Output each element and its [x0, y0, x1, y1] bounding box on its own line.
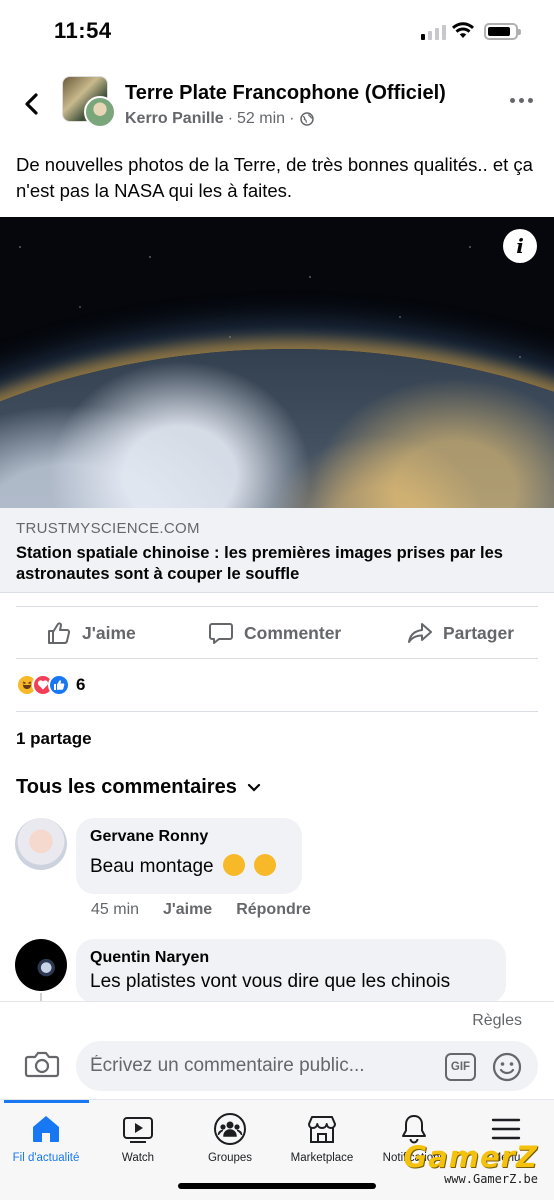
comment-bubble-icon: [209, 623, 233, 644]
gamerz-watermark: GamerZ www.GamerZ.be: [368, 1140, 538, 1186]
comment-text-row: Beau montage: [90, 854, 288, 878]
group-name[interactable]: Terre Plate Francophone (Officiel): [125, 82, 446, 105]
wifi-icon: [452, 22, 474, 38]
comment-reply-button[interactable]: Répondre: [236, 901, 311, 919]
commenter-avatar[interactable]: [15, 939, 67, 991]
post-meta: Kerro Panille · 52 min ·: [125, 110, 315, 128]
chevron-down-icon: [247, 783, 260, 792]
emoji-smiley-icon[interactable]: [492, 1052, 522, 1082]
back-arrow-icon[interactable]: [18, 88, 46, 120]
commenter-name[interactable]: Gervane Ronny: [90, 828, 288, 846]
author-avatar[interactable]: [84, 96, 116, 128]
divider: [16, 658, 538, 659]
info-icon[interactable]: i: [503, 229, 537, 263]
status-bar: 11:54: [0, 0, 554, 64]
share-count[interactable]: 1 partage: [16, 729, 92, 749]
comments-filter-label: Tous les commentaires: [16, 776, 237, 798]
comment-label: Commenter: [244, 622, 342, 643]
tab-label: Watch: [121, 1152, 155, 1164]
tab-label: Fil d'actualité: [12, 1152, 80, 1164]
comment-text: Beau montage: [90, 856, 214, 877]
tab-label: Groupes: [207, 1152, 253, 1164]
more-options-icon[interactable]: [510, 98, 533, 103]
winking-face-emoji-icon: [222, 854, 245, 876]
camera-icon[interactable]: [24, 1048, 60, 1080]
battery-icon: [484, 23, 521, 40]
active-tab-indicator: [4, 1100, 89, 1103]
comment-text: Les platistes vont vous dire que les chi…: [90, 971, 451, 992]
thumbs-up-icon: [48, 622, 71, 644]
home-icon: [33, 1116, 59, 1142]
status-time: 11:54: [54, 18, 112, 43]
cellular-signal-icon: [421, 24, 446, 40]
watermark-logo: GamerZ: [403, 1140, 538, 1174]
post-action-bar: J'aime Commenter Partager: [0, 608, 554, 658]
link-domain: TRUSTMYSCIENCE.COM: [16, 520, 200, 537]
comment-bubble[interactable]: Gervane Ronny Beau montage: [76, 818, 302, 894]
marketplace-icon: [308, 1116, 336, 1143]
like-button[interactable]: J'aime: [46, 620, 136, 646]
reaction-count: 6: [76, 675, 86, 694]
link-preview-meta[interactable]: TRUSTMYSCIENCE.COM Station spatiale chin…: [0, 508, 554, 593]
share-arrow-icon: [408, 623, 432, 643]
commenter-avatar[interactable]: [15, 818, 67, 870]
post-header: Terre Plate Francophone (Officiel) Kerro…: [0, 72, 554, 136]
groups-icon: [214, 1113, 246, 1145]
meta-separator: ·: [227, 110, 234, 127]
link-preview-image[interactable]: [0, 217, 554, 508]
tab-home[interactable]: Fil d'actualité: [0, 1112, 92, 1164]
tab-watch[interactable]: Watch: [92, 1112, 184, 1164]
home-indicator[interactable]: [178, 1183, 376, 1189]
rules-link[interactable]: Règles: [472, 1012, 522, 1030]
comment-like-button[interactable]: J'aime: [163, 901, 212, 919]
commenter-name[interactable]: Quentin Naryen: [90, 949, 492, 967]
comment-button[interactable]: Commenter: [208, 620, 341, 646]
comment-time: 45 min: [91, 901, 140, 918]
grinning-sweat-face-emoji-icon: [254, 854, 277, 876]
tab-marketplace[interactable]: Marketplace: [276, 1112, 368, 1164]
post-time[interactable]: 52 min: [237, 110, 285, 128]
watch-icon: [123, 1117, 153, 1143]
divider: [16, 711, 538, 712]
link-title: Station spatiale chinoise : les première…: [16, 544, 503, 583]
author-name[interactable]: Kerro Panille: [125, 110, 224, 128]
divider: [16, 606, 538, 607]
meta-separator: ·: [289, 110, 295, 127]
reactions-summary[interactable]: 6: [16, 674, 85, 696]
gif-button[interactable]: GIF: [445, 1053, 476, 1081]
share-button[interactable]: Partager: [407, 620, 514, 646]
comments-filter-dropdown[interactable]: Tous les commentaires: [16, 776, 261, 799]
comment-actions: 45 min J'aime Répondre: [91, 901, 311, 919]
comment-bubble[interactable]: Quentin Naryen Les platistes vont vous d…: [76, 939, 506, 1003]
like-label: J'aime: [82, 622, 136, 643]
post-text: De nouvelles photos de la Terre, de très…: [16, 154, 533, 201]
like-reaction-icon: [48, 674, 70, 696]
watermark-url: www.GamerZ.be: [444, 1172, 538, 1186]
share-label: Partager: [443, 622, 515, 643]
tab-label: Marketplace: [290, 1152, 354, 1164]
globe-icon: [300, 112, 315, 126]
comment-composer: Règles GIF: [0, 1001, 554, 1099]
tab-groups[interactable]: Groupes: [184, 1112, 276, 1164]
